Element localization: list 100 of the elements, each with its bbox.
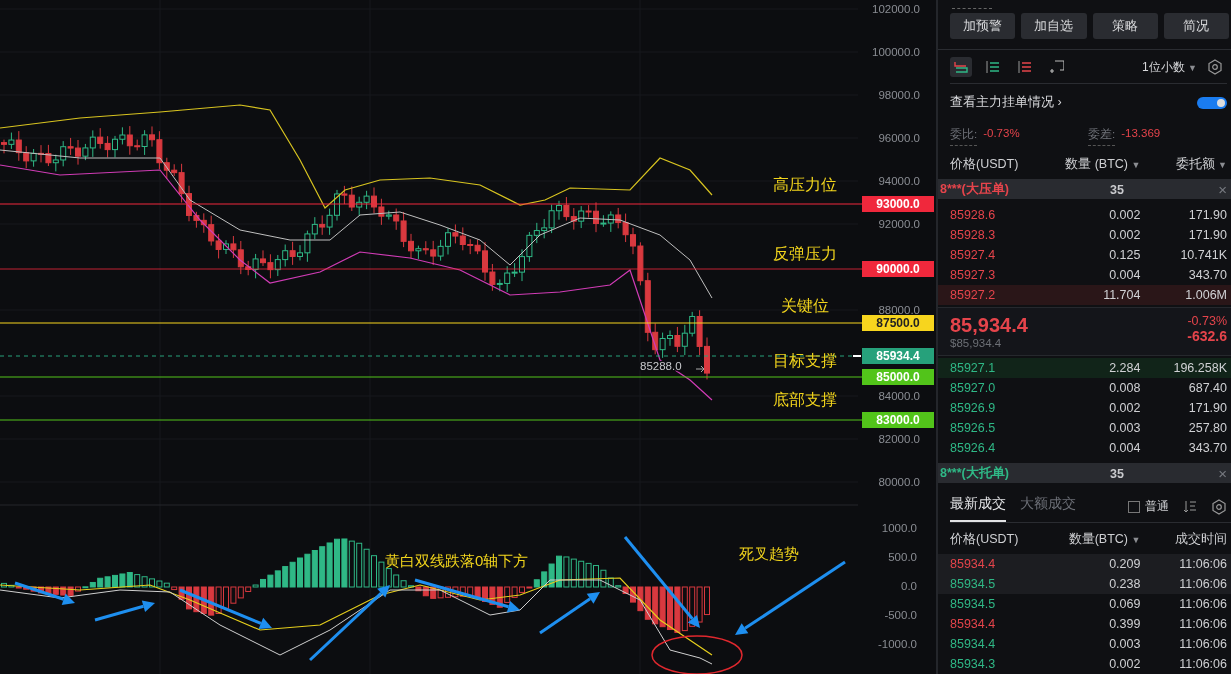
order-total: 171.90	[1187, 208, 1227, 222]
price-tag: 83000.0	[862, 412, 934, 428]
trades-tab[interactable]: 最新成交	[950, 491, 1006, 522]
annotation-label: 黄白双线跌落0轴下方	[385, 552, 529, 569]
order-price: 85927.0	[950, 381, 997, 395]
order-total: 1.006M	[1184, 288, 1227, 302]
checkbox-label: 普通	[1145, 498, 1169, 515]
order-book-row[interactable]: 85927.1 2.284 196.258K	[938, 358, 1231, 378]
order-book-row[interactable]: 85927.2 11.704 1.006M	[938, 285, 1231, 305]
annotation-label: 高压力位	[773, 176, 837, 193]
stat-label: 委差:	[1088, 127, 1116, 146]
order-price: 85927.4	[950, 248, 997, 262]
trade-price: 85934.4	[950, 557, 997, 571]
order-total: 196.258K	[1172, 361, 1227, 375]
order-quantity: 0.004	[1108, 268, 1141, 282]
trade-quantity: 0.238	[1108, 577, 1141, 591]
annotation-label: 反弹压力	[773, 245, 837, 262]
change-percent: -0.73%	[1187, 314, 1227, 328]
action-button[interactable]: 策略	[1092, 13, 1158, 39]
order-price: 85928.3	[950, 228, 997, 242]
order-book-row[interactable]: 85926.4 0.004 343.70	[938, 438, 1231, 458]
trade-time: 11:06:06	[1178, 577, 1227, 591]
trade-time: 11:06:06	[1178, 557, 1227, 571]
stat-value: -0.73%	[983, 127, 1020, 141]
large-order-label: 8***(大托单)	[940, 465, 1010, 482]
order-total: 343.70	[1187, 268, 1227, 282]
large-order-label: 8***(大压单)	[940, 181, 1010, 198]
precision-dropdown[interactable]: 1位小数 ▼	[1142, 58, 1197, 76]
price-tag: 85000.0	[862, 369, 934, 385]
change-amount: -632.6	[1187, 328, 1227, 344]
trade-price: 85934.3	[950, 657, 997, 671]
price-tag: 90000.0	[862, 261, 934, 277]
stat-value: -13.369	[1121, 127, 1161, 141]
order-quantity: 0.004	[1108, 441, 1141, 455]
column-header[interactable]: 数量 (BTC) ▼	[1053, 156, 1141, 173]
order-book-row[interactable]: 85927.4 0.125 10.741K	[938, 245, 1231, 265]
price-tag: 87500.0	[862, 315, 934, 331]
trade-price: 85934.5	[950, 577, 997, 591]
depth-link[interactable]: 查看主力挂单情况 ›	[950, 84, 1062, 121]
price-axis-label: 80000.0	[878, 476, 920, 488]
trade-time: 11:06:06	[1178, 657, 1227, 671]
last-price-usd: $85,934.4	[950, 337, 1003, 349]
price-axis-label: 82000.0	[878, 433, 920, 445]
trade-time: 11:06:06	[1178, 597, 1227, 611]
order-price: 85928.6	[950, 208, 997, 222]
annotation-label: 底部支撑	[773, 391, 837, 408]
column-header: 价格(USDT)	[950, 156, 1020, 173]
order-book-row[interactable]: 85927.0 0.008 687.40	[938, 378, 1231, 398]
trade-quantity: 0.069	[1108, 597, 1141, 611]
trades-tab[interactable]: 大额成交	[1020, 491, 1076, 522]
column-header[interactable]: 数量(BTC) ▼	[1053, 531, 1141, 548]
trade-quantity: 0.209	[1108, 557, 1141, 571]
order-price: 85926.4	[950, 441, 997, 455]
price-axis-label: 102000.0	[872, 3, 920, 15]
last-price: 85,934.4	[950, 314, 1028, 337]
order-book-row[interactable]: 85926.9 0.002 171.90	[938, 398, 1231, 418]
trade-time: 11:06:06	[1178, 637, 1227, 651]
price-tag: 93000.0	[862, 196, 934, 212]
trade-price: 85934.4	[950, 637, 997, 651]
order-quantity: 0.003	[1108, 421, 1141, 435]
order-price: 85927.2	[950, 288, 997, 302]
order-price: 85926.5	[950, 421, 997, 435]
stat-label: 委比:	[950, 127, 978, 146]
action-button[interactable]: 简况	[1163, 13, 1229, 39]
action-button[interactable]: 加预警	[950, 13, 1016, 39]
trade-quantity: 0.003	[1108, 637, 1141, 651]
price-axis-label: 92000.0	[878, 218, 920, 230]
price-axis-label: 96000.0	[878, 132, 920, 144]
order-price: 85927.1	[950, 361, 997, 375]
order-book-row[interactable]: 85928.6 0.002 171.90	[938, 205, 1231, 225]
trade-price: 85934.5	[950, 597, 997, 611]
price-axis-label: 98000.0	[878, 89, 920, 101]
order-price: 85927.3	[950, 268, 997, 282]
order-total: 687.40	[1187, 381, 1227, 395]
order-total: 171.90	[1187, 401, 1227, 415]
macd-axis-label: 500.0	[888, 551, 917, 563]
annotation-label: 目标支撑	[773, 352, 837, 369]
column-header[interactable]: 委托额 ▼	[1140, 156, 1227, 173]
trade-time: 11:06:06	[1178, 617, 1227, 631]
order-quantity: 11.704	[1102, 288, 1141, 302]
price-axis-label: 84000.0	[878, 390, 920, 402]
order-quantity: 0.002	[1108, 208, 1141, 222]
order-price: 85926.9	[950, 401, 997, 415]
annotation-label: 关键位	[781, 297, 829, 314]
price-axis-label: 94000.0	[878, 175, 920, 187]
order-quantity: 0.002	[1108, 228, 1141, 242]
column-header: 价格(USDT)	[950, 531, 1020, 548]
price-axis-label: 100000.0	[872, 46, 920, 58]
order-book-row[interactable]: 85928.3 0.002 171.90	[938, 225, 1231, 245]
macd-axis-label: -1000.0	[878, 638, 917, 650]
action-button[interactable]: 加自选	[1021, 13, 1087, 39]
trade-quantity: 0.002	[1108, 657, 1141, 671]
column-header: 成交时间	[1174, 531, 1227, 548]
order-book-row[interactable]: 85927.3 0.004 343.70	[938, 265, 1231, 285]
order-book-row[interactable]: 85926.5 0.003 257.80	[938, 418, 1231, 438]
order-total: 10.741K	[1179, 248, 1227, 262]
order-quantity: 0.002	[1108, 401, 1141, 415]
macd-axis-label: 0.0	[901, 580, 917, 592]
price-axis-label: 88000.0	[878, 304, 920, 316]
order-quantity: 2.284	[1108, 361, 1141, 375]
